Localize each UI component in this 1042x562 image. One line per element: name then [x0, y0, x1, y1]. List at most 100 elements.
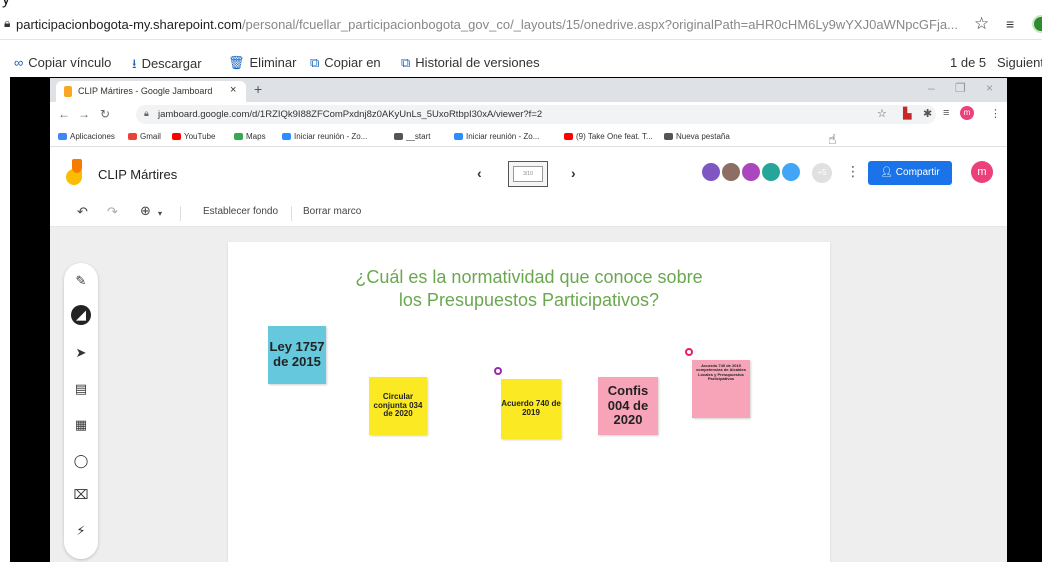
- download-icon: ⭳: [132, 56, 137, 71]
- question-line-1[interactable]: ¿Cuál es la normatividad que conoce sobr…: [228, 267, 830, 288]
- reload-icon[interactable]: ↻: [100, 107, 110, 121]
- collaborator-avatar[interactable]: [760, 161, 782, 183]
- chrome-menu-icon[interactable]: ⋮: [990, 107, 1001, 120]
- tab-strip: CLIP Mártires - Google Jamboard × + – ❐ …: [50, 78, 1007, 102]
- download-label: Descargar: [141, 56, 202, 71]
- collaborator-avatar[interactable]: [740, 161, 762, 183]
- bookmark-item[interactable]: Aplicaciones: [58, 132, 115, 141]
- lock-icon: 🔒︎: [4, 16, 11, 30]
- copy-to-button[interactable]: ⧉ Copiar en: [310, 55, 381, 71]
- back-icon[interactable]: ←: [58, 107, 70, 121]
- bookmark-item[interactable]: Maps: [234, 132, 266, 141]
- close-window-icon[interactable]: ×: [986, 81, 993, 95]
- user-avatar[interactable]: m: [971, 161, 993, 183]
- address-bar[interactable]: 🔒︎ participacionbogota-my.sharepoint.com…: [0, 10, 1042, 40]
- more-options-icon[interactable]: ⋮: [846, 163, 860, 180]
- version-history-button[interactable]: ⧉ Historial de versiones: [401, 55, 540, 71]
- new-tab-button[interactable]: +: [254, 81, 262, 97]
- download-button[interactable]: ⭳ Descargar: [132, 55, 202, 77]
- next-frame-icon[interactable]: ›: [571, 165, 576, 181]
- share-label: Compartir: [895, 167, 940, 178]
- collaborator-avatar[interactable]: [700, 161, 722, 183]
- sticky-note-icon[interactable]: ▤: [71, 379, 91, 399]
- next-button[interactable]: Siguient: [997, 55, 1042, 70]
- close-tab-icon[interactable]: ×: [230, 84, 236, 96]
- tab-jamboard[interactable]: CLIP Mártires - Google Jamboard ×: [56, 81, 246, 102]
- sticky-note[interactable]: Circular conjunta 034 de 2020: [369, 377, 427, 435]
- bookmark-icon: [664, 133, 673, 141]
- sticky-note[interactable]: Ley 1757 de 2015: [268, 326, 326, 384]
- frame-bar-button[interactable]: 3/10: [508, 161, 548, 187]
- delete-button[interactable]: 🗑︎ Eliminar: [228, 55, 296, 71]
- bookmark-label: YouTube: [184, 132, 216, 141]
- sticky-note[interactable]: Acuerdo 740 de 2019 competencias de Alca…: [692, 360, 750, 418]
- extension-icon[interactable]: [1032, 15, 1042, 33]
- pager-count: 1 de 5: [950, 55, 987, 70]
- forward-icon[interactable]: →: [78, 107, 90, 121]
- pin-marker-icon[interactable]: [494, 367, 502, 375]
- text-box-icon[interactable]: ⌧: [71, 485, 91, 505]
- set-background-button[interactable]: Establecer fondo: [203, 206, 278, 217]
- bookmark-item[interactable]: __start: [394, 132, 430, 141]
- reading-list-icon[interactable]: ≡: [943, 107, 949, 119]
- bookmark-label: Iniciar reunión - Zo...: [466, 132, 540, 141]
- pen-icon[interactable]: ✎: [71, 271, 91, 291]
- bookmark-item[interactable]: Gmail: [128, 132, 161, 141]
- bookmark-icon: [564, 133, 573, 141]
- bookmark-icon: [172, 133, 181, 141]
- minimize-icon[interactable]: –: [928, 81, 935, 95]
- collaborator-avatar[interactable]: [720, 161, 742, 183]
- circle-icon[interactable]: ◯: [71, 451, 91, 471]
- jam-title[interactable]: CLIP Mártires: [98, 167, 177, 182]
- bookmark-label: Aplicaciones: [70, 132, 115, 141]
- bookmark-item[interactable]: Iniciar reunión - Zo...: [454, 132, 539, 141]
- collaborator-avatar[interactable]: [780, 161, 802, 183]
- jam-frame[interactable]: ¿Cuál es la normatividad que conoce sobr…: [228, 242, 830, 562]
- share-button[interactable]: 👤︎ Compartir: [868, 161, 952, 185]
- bookmark-icon: [454, 133, 463, 141]
- redo-icon[interactable]: ↷: [107, 204, 118, 220]
- sticky-note[interactable]: Acuerdo 740 de 2019: [501, 379, 561, 439]
- more-collaborators-badge[interactable]: +5: [812, 163, 832, 183]
- restore-icon[interactable]: ❐: [955, 81, 966, 95]
- prev-frame-icon[interactable]: ‹: [477, 165, 482, 181]
- bookmark-item[interactable]: Nueva pestaña: [664, 132, 730, 141]
- eraser-icon[interactable]: ◢: [71, 305, 91, 325]
- lock-icon: 🔒︎: [144, 108, 149, 118]
- divider: [180, 206, 181, 221]
- laser-icon[interactable]: ⚡︎: [71, 521, 91, 541]
- reading-list-icon[interactable]: ≡: [1006, 16, 1014, 32]
- person-icon: 👤︎: [880, 167, 893, 178]
- history-icon: ⧉: [401, 55, 411, 70]
- select-arrow-icon[interactable]: ➤: [71, 343, 91, 363]
- bookmarks-bar: Aplicaciones Gmail YouTube Maps Iniciar reun…: [50, 127, 1007, 147]
- undo-icon[interactable]: ↶: [77, 204, 88, 220]
- shared-screen: CLIP Mártires - Google Jamboard × + – ❐ …: [50, 78, 1007, 562]
- bookmark-item[interactable]: YouTube: [172, 132, 215, 141]
- pdf-icon[interactable]: ▙: [903, 107, 911, 120]
- bookmark-icon: [394, 133, 403, 141]
- star-icon[interactable]: ☆: [877, 107, 887, 120]
- jamboard-canvas[interactable]: ✎ ◢ ➤ ▤ ▦ ◯ ⌧ ⚡︎ ¿Cuál es la normativida…: [50, 227, 1007, 562]
- bookmark-item[interactable]: Iniciar reunión - Zo...: [282, 132, 367, 141]
- pin-marker-icon[interactable]: [685, 348, 693, 356]
- top-crop-strip: y: [0, 0, 1042, 10]
- star-icon[interactable]: ☆: [974, 14, 989, 34]
- zoom-icon[interactable]: ⊕: [140, 203, 151, 219]
- image-icon[interactable]: ▦: [71, 415, 91, 435]
- question-line-2[interactable]: los Presupuestos Participativos?: [228, 290, 830, 311]
- copy-link-button[interactable]: ∞ Copiar vínculo: [14, 55, 111, 70]
- hand-cursor-icon: ☝︎: [828, 131, 837, 147]
- sticky-note[interactable]: Confis 004 de 2020: [598, 377, 658, 435]
- url-text[interactable]: participacionbogota-my.sharepoint.com/pe…: [16, 17, 958, 32]
- zoom-dropdown-icon[interactable]: ▾: [158, 209, 162, 218]
- bookmark-item[interactable]: (9) Take One feat. T...: [564, 132, 653, 141]
- url-domain: participacionbogota-my.sharepoint.com: [16, 17, 242, 32]
- profile-icon[interactable]: m: [960, 106, 974, 120]
- inner-omnibox[interactable]: 🔒︎ jamboard.google.com/d/1RZIQk9I88ZFCom…: [136, 105, 936, 124]
- inner-nav-bar: ← → ↻ 🔒︎ jamboard.google.com/d/1RZIQk9I8…: [50, 102, 1007, 127]
- clear-frame-button[interactable]: Borrar marco: [303, 206, 361, 217]
- frame-counter: 3/10: [513, 166, 543, 182]
- puzzle-icon[interactable]: ✱: [923, 107, 932, 120]
- bookmark-icon: [58, 133, 67, 141]
